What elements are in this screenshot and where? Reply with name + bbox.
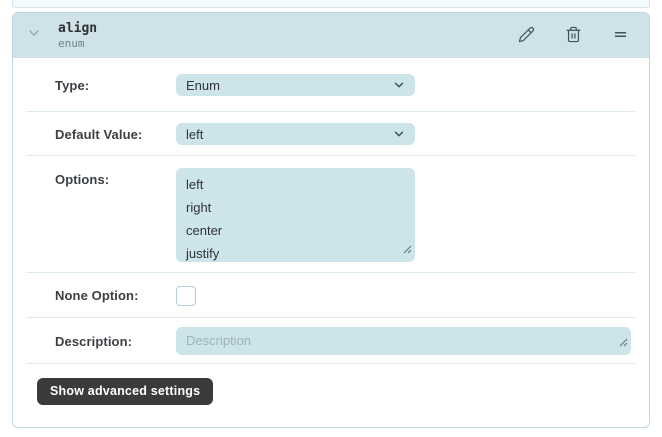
type-label: Type: <box>55 78 176 93</box>
default-value-label: Default Value: <box>55 127 176 142</box>
edit-button[interactable] <box>517 27 535 45</box>
description-textarea[interactable] <box>176 327 631 355</box>
previous-card-edge <box>12 0 650 8</box>
options-textarea[interactable]: left right center justify <box>176 168 415 262</box>
none-option-row: None Option: <box>13 273 649 318</box>
trash-icon <box>565 26 582 46</box>
default-value-select[interactable]: left <box>176 123 415 145</box>
drag-handle-icon <box>612 26 629 46</box>
none-option-checkbox[interactable] <box>176 286 196 306</box>
type-select[interactable]: Enum <box>176 74 415 96</box>
description-control <box>176 327 631 355</box>
collapse-button[interactable] <box>26 28 42 44</box>
none-option-label: None Option: <box>55 288 176 303</box>
default-value-select-value: left <box>186 127 203 142</box>
header-actions <box>517 27 629 45</box>
property-card-header: align enum <box>13 13 649 58</box>
type-select-value: Enum <box>186 78 220 93</box>
delete-button[interactable] <box>564 27 582 45</box>
drag-handle[interactable] <box>611 27 629 45</box>
property-type-label: enum <box>58 37 97 50</box>
default-value-row: Default Value: left <box>13 112 649 156</box>
property-name: align <box>58 21 97 36</box>
property-card-align: align enum Type: Enum <box>12 12 650 428</box>
chevron-down-icon <box>392 78 406 95</box>
show-advanced-settings-button[interactable]: Show advanced settings <box>37 378 213 405</box>
footer-row: Show advanced settings <box>13 364 649 428</box>
options-row: Options: left right center justify <box>13 156 649 273</box>
options-label: Options: <box>55 156 176 187</box>
options-control: left right center justify <box>176 168 415 262</box>
chevron-down-icon <box>392 127 406 144</box>
description-row: Description: <box>13 318 649 364</box>
chevron-down-icon <box>26 25 42 46</box>
type-row: Type: Enum <box>13 58 649 112</box>
description-label: Description: <box>55 334 176 349</box>
property-title-block: align enum <box>58 21 97 50</box>
pencil-icon <box>518 26 535 46</box>
